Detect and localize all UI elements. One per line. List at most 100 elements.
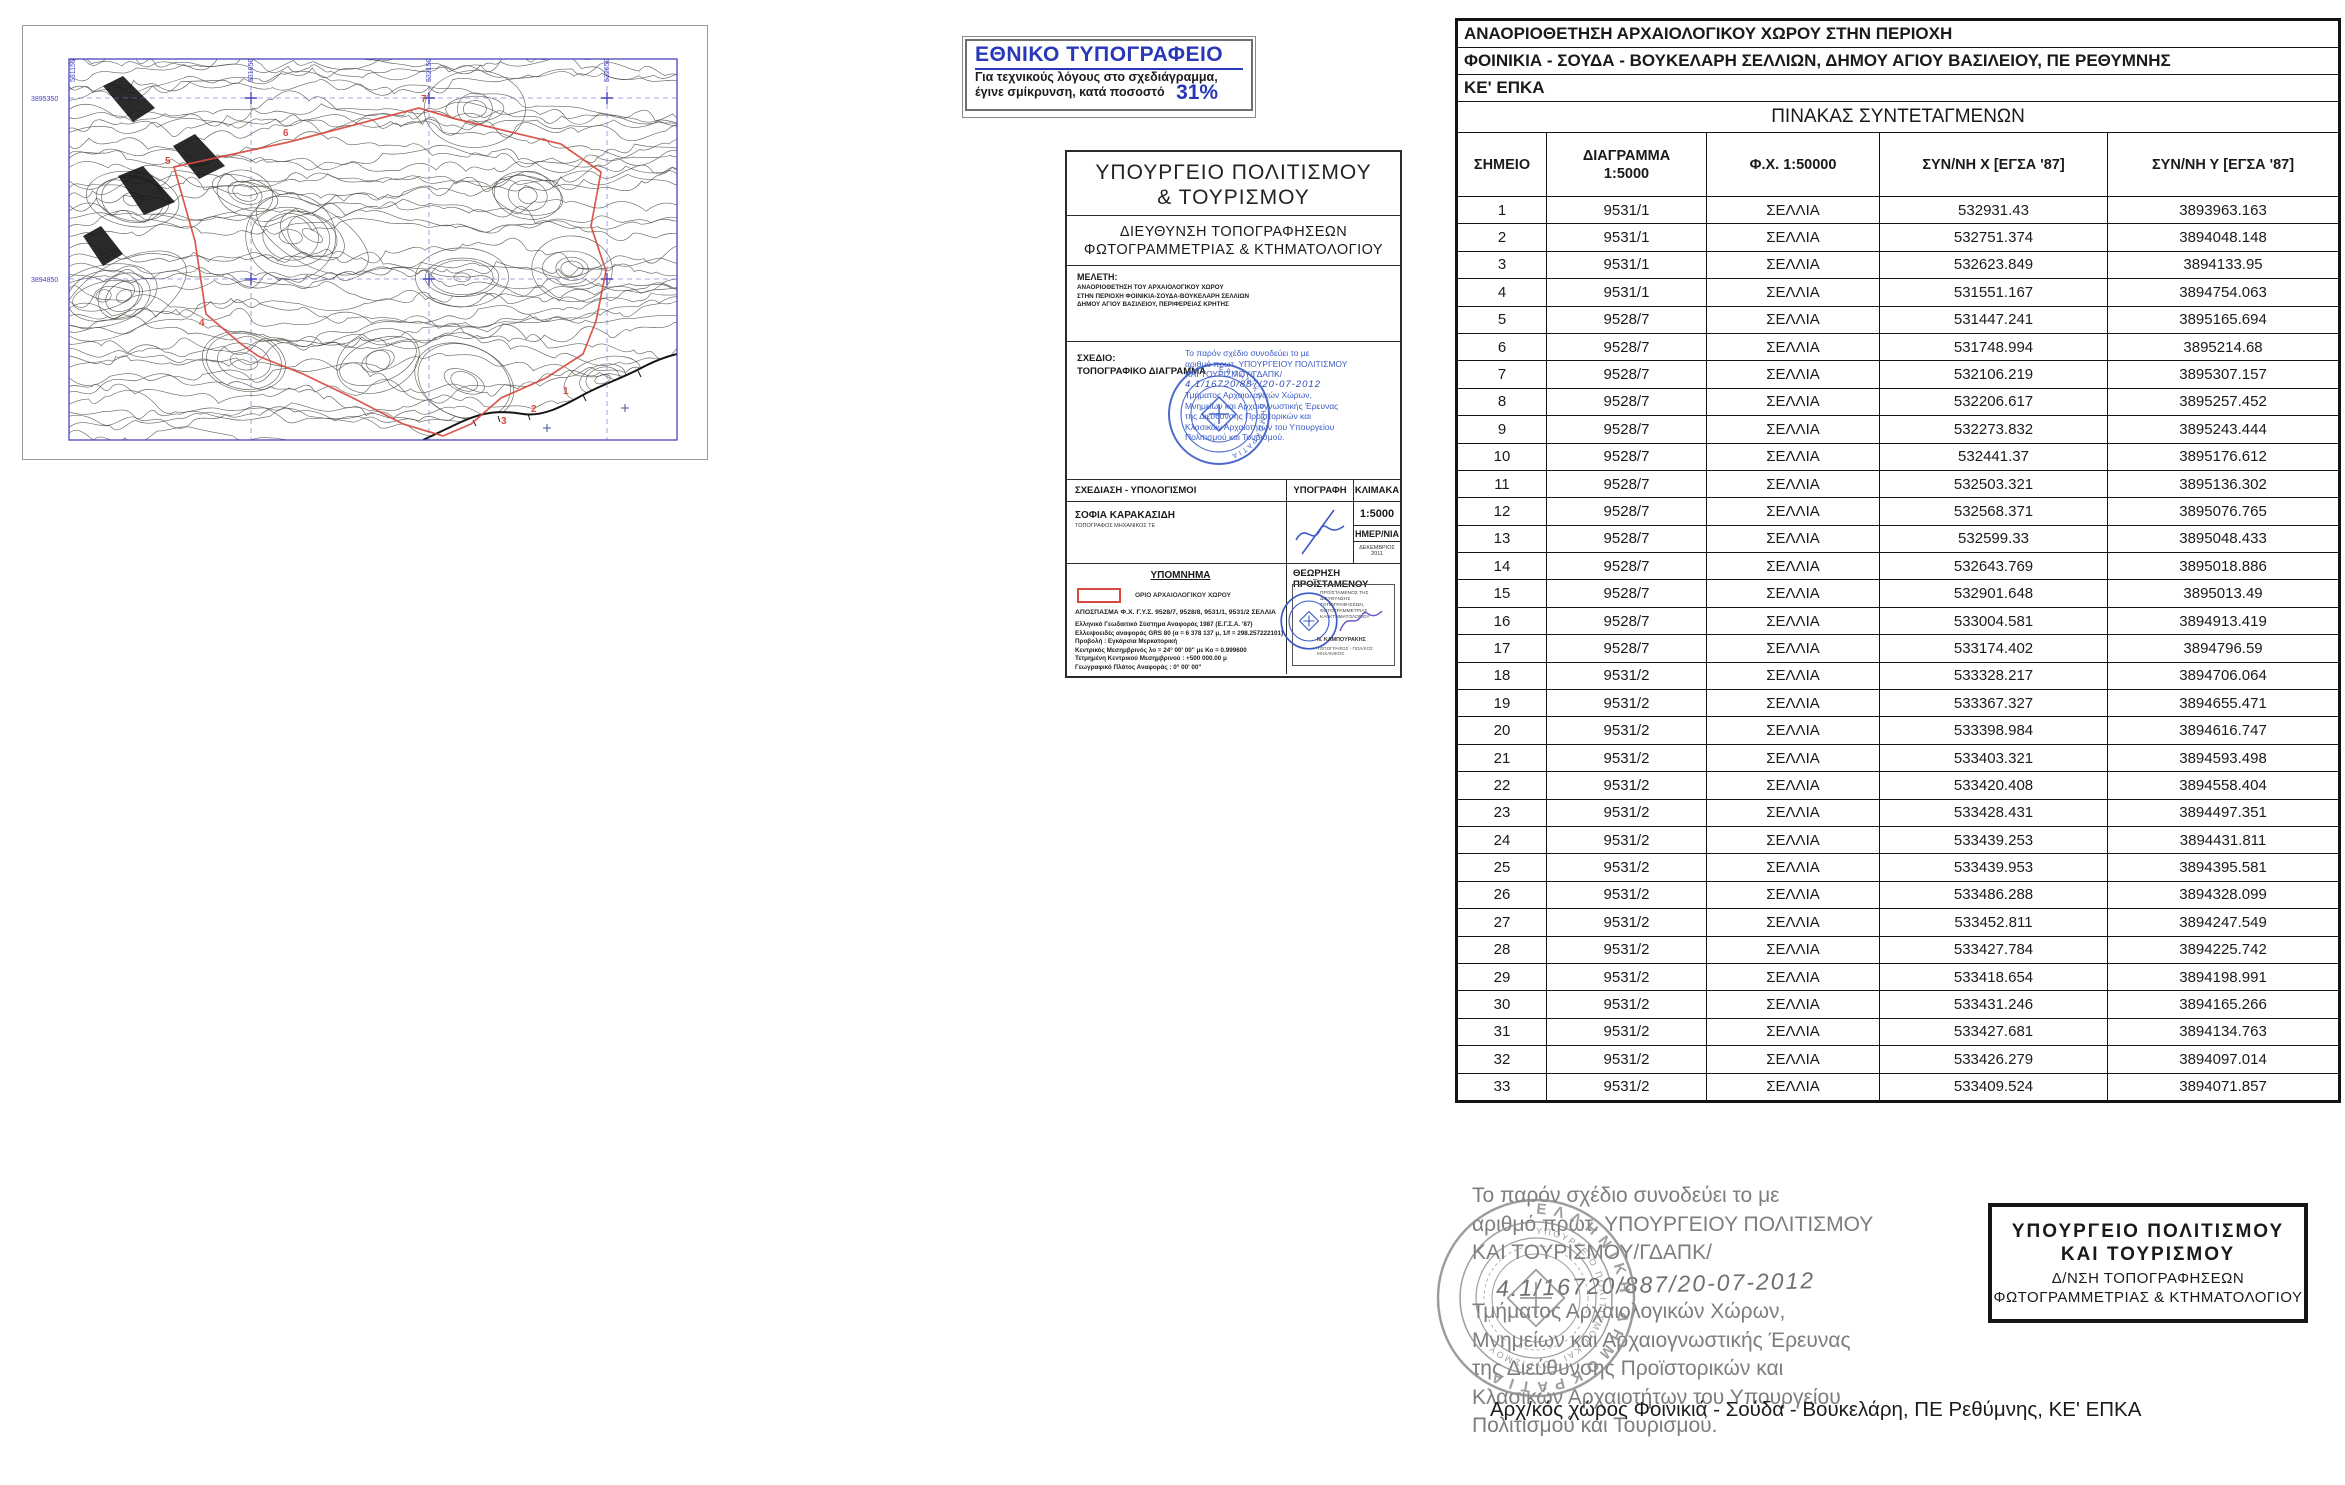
table-cell: 9528/7 (1547, 470, 1707, 497)
table-cell: ΣΕΛΛΙΑ (1707, 197, 1880, 224)
table-cell: 9528/7 (1547, 306, 1707, 333)
hellenic-republic-round-stamp-icon: ΕΛΛΗΝΙΚΗ ΔΗΜΟΚΡΑΤΙΑ ΥΠΟΥΡΓΕΙΟ ΠΟΛΙΤΙΣΜΟΥ… (1430, 1190, 1642, 1406)
table-cell: 3894247.549 (2108, 909, 2340, 936)
table-cell: 18 (1457, 662, 1547, 689)
vertex-label: 3 (501, 416, 507, 427)
dept-line1: ΥΠΟΥΡΓΕΙΟ ΠΟΛΙΤΙΣΜΟΥ (1992, 1220, 2304, 1243)
directorate-line1: ΔΙΕΥΘΥΝΣΗ ΤΟΠΟΓΡΑΦΗΣΕΩΝ (1067, 223, 1400, 241)
table-cell: ΣΕΛΛΙΑ (1707, 635, 1880, 662)
table-cell: 3895013.49 (2108, 580, 2340, 607)
scale-label: ΚΛΙΜΑΚΑ (1354, 480, 1400, 501)
grid-label-top: 531150 (70, 59, 77, 82)
table-cell: 30 (1457, 991, 1547, 1018)
table-title-line2: ΦΟΙΝΙΚΙΑ - ΣΟΥΔΑ - ΒΟΥΚΕΛΑΡΗ ΣΕΛΛΙΩΝ, ΔΗ… (1457, 48, 2340, 75)
column-header-point: ΣΗΜΕΙΟ (1457, 133, 1547, 197)
table-cell: 9531/2 (1547, 936, 1707, 963)
table-cell: 9528/7 (1547, 333, 1707, 360)
table-cell: 3894655.471 (2108, 690, 2340, 717)
table-row: 149528/7ΣΕΛΛΙΑ532643.7693895018.886 (1457, 553, 2340, 580)
table-cell: 532901.648 (1880, 580, 2108, 607)
table-cell: ΣΕΛΛΙΑ (1707, 1046, 1880, 1073)
table-cell: 3894395.581 (2108, 854, 2340, 881)
table-cell: 9528/7 (1547, 553, 1707, 580)
table-cell: 3895165.694 (2108, 306, 2340, 333)
table-cell: ΣΕΛΛΙΑ (1707, 826, 1880, 853)
table-cell: 3 (1457, 251, 1547, 278)
table-cell: 533427.784 (1880, 936, 2108, 963)
title-block: ΥΠΟΥΡΓΕΙΟ ΠΟΛΙΤΙΣΜΟΥ & ΤΟΥΡΙΣΜΟΥ ΔΙΕΥΘΥΝ… (1065, 150, 1402, 678)
table-cell: 9531/2 (1547, 963, 1707, 990)
vertex-label: 1 (563, 386, 569, 397)
table-cell: 7 (1457, 361, 1547, 388)
geodetic-reference-lines: Ελληνικό Γεωδαιτικό Σύστημα Αναφοράς 198… (1075, 621, 1286, 673)
table-cell: 3895243.444 (2108, 416, 2340, 443)
table-cell: 3894796.59 (2108, 635, 2340, 662)
table-cell: 9531/2 (1547, 1046, 1707, 1073)
table-cell: 9531/2 (1547, 881, 1707, 908)
table-cell: 26 (1457, 881, 1547, 908)
table-cell: 6 (1457, 333, 1547, 360)
table-cell: 533426.279 (1880, 1046, 2108, 1073)
table-cell: 9528/7 (1547, 443, 1707, 470)
text-line: Προβολή : Εγκάρσια Μερκατορική (1075, 638, 1286, 647)
text-line: ΔΗΜΟΥ ΑΓΙΟΥ ΒΑΣΙΛΕΙΟΥ, ΠΕΡΙΦΕΡΕΙΑΣ ΚΡΗΤΗ… (1077, 301, 1400, 310)
table-cell: 533452.811 (1880, 909, 2108, 936)
table-row: 329531/2ΣΕΛΛΙΑ533426.2793894097.014 (1457, 1046, 2340, 1073)
table-cell: 3894097.014 (2108, 1046, 2340, 1073)
table-row: 109528/7ΣΕΛΛΙΑ532441.373895176.612 (1457, 443, 2340, 470)
column-header-fx: Φ.Χ. 1:50000 (1707, 133, 1880, 197)
table-cell: 533328.217 (1880, 662, 2108, 689)
table-cell: ΣΕΛΛΙΑ (1707, 416, 1880, 443)
table-row: 229531/2ΣΕΛΛΙΑ533420.4083894558.404 (1457, 772, 2340, 799)
table-row: 49531/1ΣΕΛΛΙΑ531551.1673894754.063 (1457, 279, 2340, 306)
table-subtitle: ΠΙΝΑΚΑΣ ΣΥΝΤΕΤΑΓΜΕΝΩΝ (1457, 102, 2340, 133)
table-row: 189531/2ΣΕΛΛΙΑ533328.2173894706.064 (1457, 662, 2340, 689)
table-cell: 9531/2 (1547, 1018, 1707, 1045)
table-cell: ΣΕΛΛΙΑ (1707, 717, 1880, 744)
ministry-round-stamp-icon: ΕΛΛΗΝΙΚΗ ΔΗΜΟΚΡΑΤΙΑ (1165, 360, 1273, 468)
table-row: 79528/7ΣΕΛΛΙΑ532106.2193895307.157 (1457, 361, 2340, 388)
table-cell: 10 (1457, 443, 1547, 470)
table-cell: 3893963.163 (2108, 197, 2340, 224)
table-row: 239531/2ΣΕΛΛΙΑ533428.4313894497.351 (1457, 799, 2340, 826)
directorate-line2: ΦΩΤΟΓΡΑΜΜΕΤΡΙΑΣ & ΚΤΗΜΑΤΟΛΟΓΙΟΥ (1067, 241, 1400, 259)
table-cell: 21 (1457, 744, 1547, 771)
table-cell: 4 (1457, 279, 1547, 306)
table-cell: 9528/7 (1547, 416, 1707, 443)
table-cell: 3894754.063 (2108, 279, 2340, 306)
table-cell: ΣΕΛΛΙΑ (1707, 443, 1880, 470)
table-cell: 532106.219 (1880, 361, 2108, 388)
table-row: 39531/1ΣΕΛΛΙΑ532623.8493894133.95 (1457, 251, 2340, 278)
table-cell: 9531/2 (1547, 744, 1707, 771)
column-header-diagram: ΔΙΑΓΡΑΜΜΑ 1:5000 (1547, 133, 1707, 197)
table-cell: ΣΕΛΛΙΑ (1707, 525, 1880, 552)
table-cell: 533439.953 (1880, 854, 2108, 881)
approver-name: Ν. ΚΑΜΠΟΥΡΑΚΗΣ (1317, 637, 1393, 643)
table-cell: 531551.167 (1880, 279, 2108, 306)
column-header-x: ΣΥΝ/ΝΗ X [ΕΓΣΑ '87] (1880, 133, 2108, 197)
table-cell: 16 (1457, 607, 1547, 634)
table-cell: 533403.321 (1880, 744, 2108, 771)
text-line: Ελλειψοειδές αναφοράς GRS 80 (α = 6 378 … (1075, 630, 1286, 639)
table-cell: 533004.581 (1880, 607, 2108, 634)
table-row: 29531/1ΣΕΛΛΙΑ532751.3743894048.148 (1457, 224, 2340, 251)
table-row: 19531/1ΣΕΛΛΙΑ532931.433893963.163 (1457, 197, 2340, 224)
table-cell: 1 (1457, 197, 1547, 224)
table-cell: 14 (1457, 553, 1547, 580)
table-cell: ΣΕΛΛΙΑ (1707, 991, 1880, 1018)
text-line: Κεντρικός Μεσημβρινός λο = 24° 00' 00" μ… (1075, 647, 1286, 656)
table-cell: 3894616.747 (2108, 717, 2340, 744)
table-cell: 13 (1457, 525, 1547, 552)
coordinates-table: ΑΝΑΟΡΙΟΘΕΤΗΣΗ ΑΡΧΑΙΟΛΟΓΙΚΟΥ ΧΩΡΟΥ ΣΤΗΝ Π… (1455, 18, 2341, 1103)
table-row: 139528/7ΣΕΛΛΙΑ532599.333895048.433 (1457, 525, 2340, 552)
table-row: 219531/2ΣΕΛΛΙΑ533403.3213894593.498 (1457, 744, 2340, 771)
table-cell: 22 (1457, 772, 1547, 799)
column-header-y: ΣΥΝ/ΝΗ Υ [ΕΓΣΑ '87] (2108, 133, 2340, 197)
table-cell: 9531/2 (1547, 854, 1707, 881)
table-cell: 3894431.811 (2108, 826, 2340, 853)
table-cell: 532206.617 (1880, 388, 2108, 415)
vertex-label: 5 (165, 156, 171, 167)
table-cell: 533398.984 (1880, 717, 2108, 744)
cliff-hatch (83, 76, 225, 266)
boundary-legend-swatch (1077, 588, 1121, 603)
